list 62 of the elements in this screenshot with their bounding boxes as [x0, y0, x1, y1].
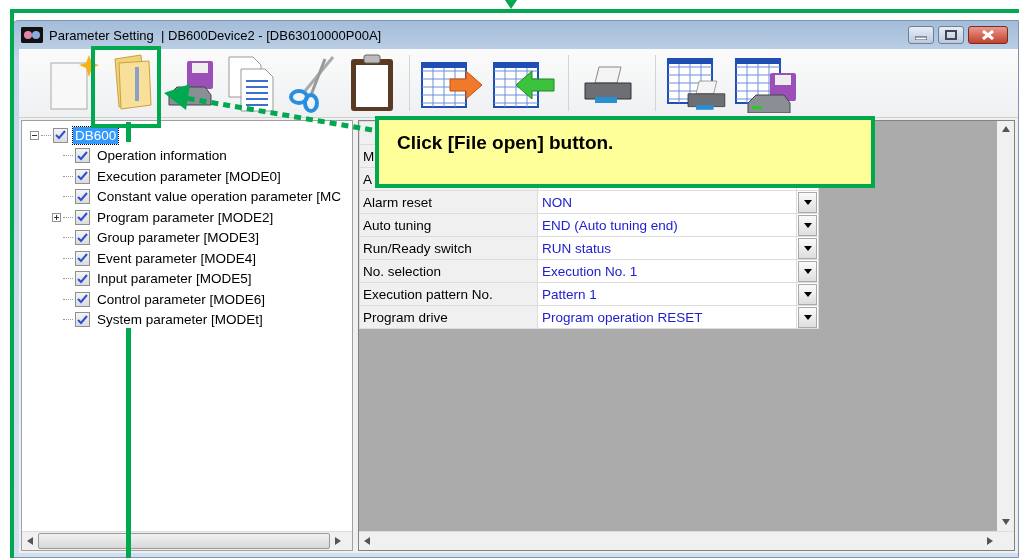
tree-item[interactable]: System parameter [MODEt]	[95, 311, 265, 329]
parameter-name: Program drive	[359, 305, 538, 329]
caret-icon	[803, 222, 812, 228]
scroll-left-icon[interactable]	[364, 537, 370, 545]
dropdown-button[interactable]	[798, 283, 817, 305]
parameter-name: Alarm reset	[359, 190, 538, 214]
parameter-value[interactable]: END (Auto tuning end)	[537, 213, 797, 237]
minimize-icon	[915, 33, 927, 40]
tree-item[interactable]: Event parameter [MODE4]	[95, 249, 259, 267]
caret-icon	[803, 245, 812, 251]
maximize-button[interactable]	[938, 26, 964, 44]
expand-toggle[interactable]	[52, 212, 61, 222]
tree-item[interactable]: Program parameter [MODE2]	[95, 208, 276, 226]
parameter-name: Run/Ready switch	[359, 236, 538, 260]
close-icon	[981, 29, 995, 40]
down-arrow-icon	[505, 0, 517, 9]
collapse-toggle[interactable]	[30, 130, 39, 140]
checkbox[interactable]	[75, 148, 90, 164]
scroll-right-icon[interactable]	[987, 537, 993, 545]
minimize-button[interactable]	[908, 26, 934, 44]
checkbox[interactable]	[75, 189, 90, 205]
dropdown-button[interactable]	[798, 214, 817, 236]
checkbox[interactable]	[75, 291, 90, 307]
parameter-value[interactable]: Pattern 1	[537, 282, 797, 306]
scroll-up-icon[interactable]	[1001, 126, 1010, 132]
tree-item[interactable]: Execution parameter [MODE0]	[95, 167, 283, 185]
close-button[interactable]	[968, 26, 1008, 44]
dropdown-button[interactable]	[798, 237, 817, 259]
parameter-value[interactable]: NON	[537, 190, 797, 214]
parameter-name: Auto tuning	[359, 213, 538, 237]
parameter-value[interactable]: Program operation RESET	[537, 305, 797, 329]
scroll-left-icon[interactable]	[27, 537, 33, 545]
parameter-name: Execution pattern No.	[359, 282, 538, 306]
window-title: Parameter Setting | DB600Device2 - [DB63010000P00A]	[49, 27, 382, 43]
scrollbar-thumb[interactable]	[38, 533, 330, 549]
parameter-name: No. selection	[359, 259, 538, 283]
caret-icon	[803, 291, 812, 297]
maximize-icon	[945, 29, 957, 40]
app-logo-icon	[21, 27, 43, 43]
tree-item[interactable]: Input parameter [MODE5]	[95, 270, 254, 288]
checkbox[interactable]	[53, 127, 68, 143]
tree-item[interactable]: Constant value operation parameter [MC	[95, 188, 343, 206]
tree-item[interactable]: Operation information	[95, 147, 229, 165]
checkbox[interactable]	[75, 312, 90, 328]
parameter-value[interactable]: RUN status	[537, 236, 797, 260]
caret-icon	[803, 199, 812, 205]
scroll-down-icon[interactable]	[1001, 519, 1010, 525]
caret-icon	[803, 268, 812, 274]
dropdown-button[interactable]	[798, 306, 817, 328]
parameter-value[interactable]: Execution No. 1	[537, 259, 797, 283]
tree-item[interactable]: Control parameter [MODE6]	[95, 290, 268, 308]
tree-item[interactable]: Group parameter [MODE3]	[95, 229, 262, 247]
checkbox[interactable]	[75, 209, 90, 225]
checkbox[interactable]	[75, 168, 90, 184]
checkbox[interactable]	[75, 230, 90, 246]
dropdown-button[interactable]	[798, 191, 817, 213]
dropdown-button[interactable]	[798, 260, 817, 282]
checkbox[interactable]	[75, 250, 90, 266]
caret-icon	[803, 314, 812, 320]
scroll-right-icon[interactable]	[335, 537, 341, 545]
callout: Click [File open] button.	[375, 116, 875, 188]
checkbox[interactable]	[75, 271, 90, 287]
